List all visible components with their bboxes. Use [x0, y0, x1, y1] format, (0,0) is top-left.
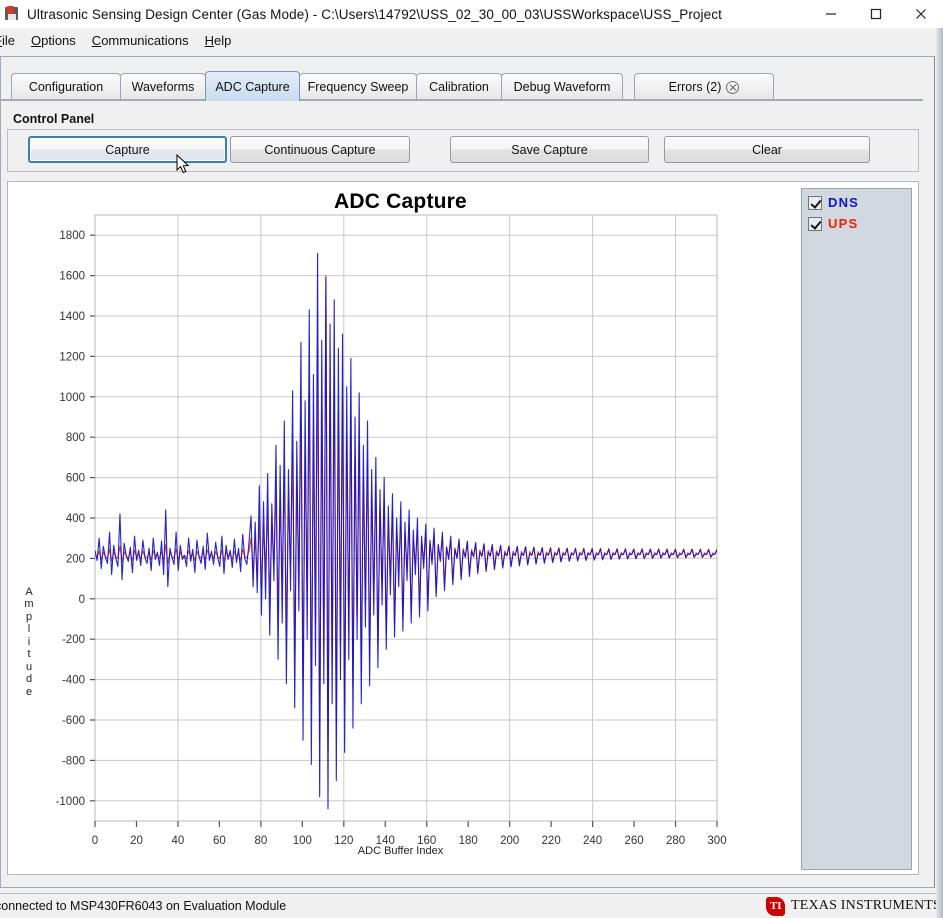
- minimize-icon[interactable]: [808, 0, 853, 28]
- y-axis-tick: 800: [66, 432, 85, 444]
- menu-item-communications[interactable]: Communications: [92, 31, 197, 51]
- tab-label: ADC Capture: [215, 79, 290, 94]
- close-icon[interactable]: [726, 80, 740, 94]
- tab-label: Waveforms: [131, 80, 195, 94]
- tab-label: Configuration: [28, 80, 104, 94]
- client-area: Configuration Waveforms ADC Capture Frequen…: [0, 56, 935, 888]
- y-axis-tick: -400: [62, 675, 85, 687]
- tab-adc-capture[interactable]: ADC Capture: [205, 71, 300, 101]
- y-axis-tick: -200: [62, 634, 85, 646]
- button-label: Clear: [752, 142, 782, 157]
- continuous-capture-button[interactable]: Continuous Capture: [230, 136, 410, 163]
- menu-item-file[interactable]: File: [0, 31, 23, 51]
- legend-item-dns[interactable]: DNS: [808, 195, 911, 210]
- y-axis-tick: 1000: [59, 392, 85, 404]
- button-label: Continuous Capture: [264, 142, 376, 157]
- y-axis-tick: 1400: [59, 311, 85, 323]
- y-axis-label-char: d: [25, 673, 33, 686]
- tab-frequency-sweep[interactable]: Frequency Sweep: [299, 73, 417, 100]
- title-bar: Ultrasonic Sensing Design Center (Gas Mo…: [0, 0, 943, 28]
- y-axis-tick: 200: [66, 553, 85, 565]
- chart-canvas: 1800 1600 1400 1200 1000 800 600 400 200 0 -200 -40…: [56, 214, 727, 847]
- tab-errors-2[interactable]: Errors (2): [634, 73, 774, 100]
- window-controls: [808, 0, 943, 28]
- y-axis-label-char: m: [24, 598, 34, 611]
- tab-label: Debug Waveform: [513, 80, 611, 94]
- window-title: Ultrasonic Sensing Design Center (Gas Mo…: [27, 6, 722, 22]
- window-right-border: [936, 0, 943, 918]
- menu-bar: File Options Communications Help: [0, 28, 943, 53]
- tab-label: Errors (2): [668, 80, 722, 94]
- legend-label: UPS: [828, 216, 859, 231]
- tab-waveforms[interactable]: Waveforms: [120, 73, 206, 100]
- tab-calibration[interactable]: Calibration: [416, 73, 502, 100]
- button-label: Capture: [105, 142, 150, 157]
- control-panel-title: Control Panel: [13, 112, 95, 126]
- window-right-border-top: [936, 0, 943, 28]
- y-axis-label-char: l: [27, 623, 31, 636]
- connection-status: connected to MSP430FR6043 on Evaluation …: [0, 899, 287, 913]
- y-axis-label-char: A: [25, 585, 33, 598]
- y-axis-label-char: e: [25, 685, 33, 698]
- save-capture-button[interactable]: Save Capture: [450, 136, 649, 163]
- button-label: Save Capture: [511, 142, 588, 157]
- tab-label: Calibration: [429, 80, 489, 94]
- app-logo-icon: [4, 6, 20, 22]
- x-axis-label: ADC Buffer Index: [357, 845, 444, 857]
- y-axis-label-char: u: [25, 660, 33, 673]
- menu-item-help[interactable]: Help: [205, 31, 240, 51]
- clear-button[interactable]: Clear: [664, 136, 870, 163]
- tab-debug-waveform[interactable]: Debug Waveform: [501, 73, 623, 100]
- y-axis-tick: 1200: [59, 351, 85, 363]
- series-legend: DNS UPS: [801, 188, 912, 870]
- menu-item-options[interactable]: Options: [31, 31, 84, 51]
- y-axis-label-char: t: [27, 648, 31, 661]
- y-axis-tick: 1800: [59, 230, 85, 242]
- checkbox-dns[interactable]: [808, 195, 822, 210]
- y-axis-label-char: i: [27, 635, 31, 648]
- capture-button[interactable]: Capture: [28, 136, 227, 163]
- application-window: Ultrasonic Sensing Design Center (Gas Mo…: [0, 0, 943, 918]
- adc-capture-plot-panel: ADC Capture 1800 1600 1400 1200 1000 800 600 40…: [7, 181, 919, 875]
- y-axis-tick: -1000: [56, 796, 85, 808]
- tab-label: Frequency Sweep: [307, 80, 409, 94]
- texas-instruments-logo: TI TEXAS INSTRUMENTS: [765, 896, 941, 916]
- tab-strip: Configuration Waveforms ADC Capture Frequen…: [7, 71, 929, 101]
- legend-item-ups[interactable]: UPS: [808, 216, 911, 231]
- tab-underline: [1, 99, 923, 101]
- control-panel: Capture Continuous Capture Save Capture Cle…: [7, 129, 919, 172]
- legend-label: DNS: [828, 195, 860, 210]
- checkbox-ups[interactable]: [808, 216, 822, 231]
- y-axis-label-char: p: [25, 610, 33, 623]
- y-axis-label: Amplitude: [22, 586, 36, 699]
- y-axis-tick: -800: [62, 755, 85, 767]
- brand-name: TEXAS INSTRUMENTS: [790, 898, 941, 913]
- y-axis-tick: 1600: [59, 271, 85, 283]
- y-axis-tick: 400: [66, 513, 85, 525]
- y-axis-tick: 0: [79, 594, 85, 606]
- ti-mark-icon: TI: [765, 896, 785, 916]
- y-axis-tick: -600: [62, 715, 85, 727]
- status-bar: connected to MSP430FR6043 on Evaluation …: [0, 893, 943, 918]
- maximize-icon[interactable]: [853, 0, 898, 28]
- y-axis-tick: 600: [66, 473, 85, 485]
- tab-configuration[interactable]: Configuration: [11, 73, 121, 100]
